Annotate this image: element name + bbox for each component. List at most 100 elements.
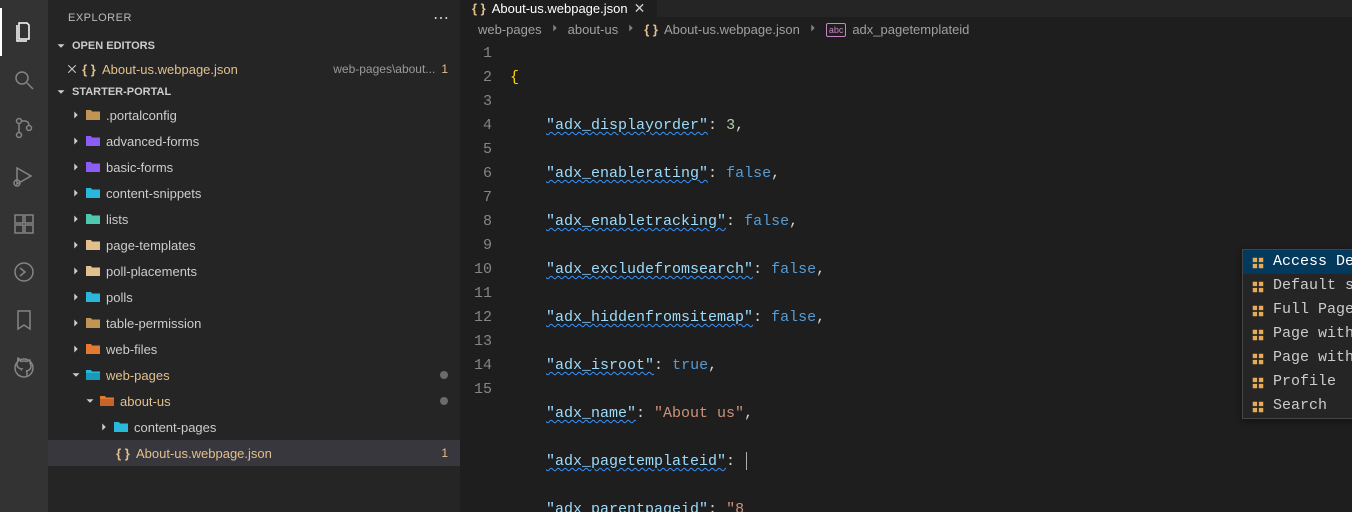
chevron-right-icon xyxy=(68,186,84,200)
autocomplete-label: Profile xyxy=(1273,370,1336,394)
folder-icon xyxy=(84,263,102,279)
autocomplete-label: Full Page xyxy=(1273,298,1352,322)
folder-label: content-snippets xyxy=(106,186,448,201)
folder-icon xyxy=(84,341,102,357)
sidebar-title: EXPLORER ⋯ xyxy=(48,0,460,36)
autocomplete-label: Page with child links xyxy=(1273,322,1352,346)
sidebar-folder-web-pages[interactable]: web-pages xyxy=(48,362,460,388)
workspace-header[interactable]: STARTER-PORTAL xyxy=(48,82,460,102)
explorer-activity-icon[interactable] xyxy=(0,8,48,56)
enum-member-icon xyxy=(1251,303,1265,317)
power-platform-activity-icon[interactable] xyxy=(0,248,48,296)
breadcrumb-item[interactable]: About-us.webpage.json xyxy=(664,22,800,37)
sidebar-folder-about-us[interactable]: about-us xyxy=(48,388,460,414)
breadcrumb: web-pages about-us { } About-us.webpage.… xyxy=(460,17,1352,42)
search-activity-icon[interactable] xyxy=(0,56,48,104)
sidebar-folder--portalconfig[interactable]: .portalconfig xyxy=(48,102,460,128)
enum-member-icon xyxy=(1251,255,1265,269)
chevron-right-icon xyxy=(68,264,84,278)
close-tab-icon[interactable]: ✕ xyxy=(634,0,646,17)
code-editor[interactable]: 123456789101112131415 { "adx_displayorde… xyxy=(460,42,1352,512)
chevron-right-icon xyxy=(68,134,84,148)
sidebar-folder-poll-placements[interactable]: poll-placements xyxy=(48,258,460,284)
modified-dot-icon xyxy=(440,371,448,379)
sidebar-folder-polls[interactable]: polls xyxy=(48,284,460,310)
sidebar-folder-table-permission[interactable]: table-permission xyxy=(48,310,460,336)
autocomplete-item[interactable]: Full Page xyxy=(1243,298,1352,322)
bookmark-activity-icon[interactable] xyxy=(0,296,48,344)
folder-tree: .portalconfig advanced-forms basic-forms co… xyxy=(48,102,460,362)
autocomplete-item[interactable]: Page with title xyxy=(1243,346,1352,370)
folder-icon xyxy=(84,133,102,149)
sidebar-folder-advanced-forms[interactable]: advanced-forms xyxy=(48,128,460,154)
sidebar-folder-content-pages[interactable]: content-pages xyxy=(48,414,460,440)
problem-badge: 1 xyxy=(435,446,448,460)
line-number-gutter: 123456789101112131415 xyxy=(460,42,510,512)
enum-member-icon xyxy=(1251,375,1265,389)
folder-icon xyxy=(84,211,102,227)
sidebar-folder-basic-forms[interactable]: basic-forms xyxy=(48,154,460,180)
chevron-right-icon xyxy=(68,108,84,122)
autocomplete-item[interactable]: Page with child links xyxy=(1243,322,1352,346)
modified-dot-icon xyxy=(440,397,448,405)
chevron-right-icon xyxy=(806,21,820,38)
folder-label: basic-forms xyxy=(106,160,448,175)
open-editor-filename: About-us.webpage.json xyxy=(102,62,325,77)
explorer-sidebar: EXPLORER ⋯ OPEN EDITORS { } About-us.web… xyxy=(48,0,460,512)
json-file-icon: { } xyxy=(80,62,98,77)
json-file-icon: { } xyxy=(644,22,658,37)
more-actions-icon[interactable]: ⋯ xyxy=(433,8,450,28)
folder-label: lists xyxy=(106,212,448,227)
open-editors-header[interactable]: OPEN EDITORS xyxy=(48,36,460,56)
enum-member-icon xyxy=(1251,351,1265,365)
folder-icon xyxy=(84,289,102,305)
github-activity-icon[interactable] xyxy=(0,344,48,392)
autocomplete-popup[interactable]: Access DeniedDefault studio templateFull… xyxy=(1242,249,1352,419)
folder-label: table-permission xyxy=(106,316,448,331)
chevron-right-icon xyxy=(548,21,562,38)
breadcrumb-item[interactable]: about-us xyxy=(568,22,619,37)
tab-bar: { } About-us.webpage.json ✕ xyxy=(460,0,1352,17)
editor-area: { } About-us.webpage.json ✕ web-pages ab… xyxy=(460,0,1352,512)
open-editor-badge: 1 xyxy=(435,62,448,76)
run-debug-activity-icon[interactable] xyxy=(0,152,48,200)
autocomplete-item[interactable]: Profile xyxy=(1243,370,1352,394)
chevron-right-icon xyxy=(68,238,84,252)
tab-filename: About-us.webpage.json xyxy=(492,1,628,16)
sidebar-file-about-us-json[interactable]: { } About-us.webpage.json 1 xyxy=(48,440,460,466)
file-label: About-us.webpage.json xyxy=(136,446,435,461)
chevron-right-icon xyxy=(68,212,84,226)
sidebar-folder-web-files[interactable]: web-files xyxy=(48,336,460,362)
json-file-icon: { } xyxy=(472,1,486,16)
breadcrumb-item[interactable]: web-pages xyxy=(478,22,542,37)
folder-label: web-pages xyxy=(106,368,440,383)
folder-label: content-pages xyxy=(134,420,448,435)
folder-open-icon xyxy=(98,393,116,409)
autocomplete-label: Page with title xyxy=(1273,346,1352,370)
folder-icon xyxy=(84,107,102,123)
editor-tab[interactable]: { } About-us.webpage.json ✕ xyxy=(460,0,658,17)
extensions-activity-icon[interactable] xyxy=(0,200,48,248)
symbol-string-icon: abc xyxy=(826,23,847,37)
folder-label: polls xyxy=(106,290,448,305)
activity-bar xyxy=(0,0,48,512)
folder-icon xyxy=(84,159,102,175)
enum-member-icon xyxy=(1251,399,1265,413)
sidebar-folder-content-snippets[interactable]: content-snippets xyxy=(48,180,460,206)
close-editor-icon[interactable] xyxy=(64,63,80,75)
folder-open-icon xyxy=(84,367,102,383)
breadcrumb-item[interactable]: adx_pagetemplateid xyxy=(852,22,969,37)
autocomplete-item[interactable]: Search xyxy=(1243,394,1352,418)
folder-label: advanced-forms xyxy=(106,134,448,149)
code-content[interactable]: { "adx_displayorder": 3, "adx_enablerati… xyxy=(510,42,1352,512)
autocomplete-item[interactable]: Default studio template xyxy=(1243,274,1352,298)
source-control-activity-icon[interactable] xyxy=(0,104,48,152)
folder-label: poll-placements xyxy=(106,264,448,279)
explorer-label: EXPLORER xyxy=(68,12,132,24)
enum-member-icon xyxy=(1251,279,1265,293)
autocomplete-item[interactable]: Access Denied xyxy=(1243,250,1352,274)
sidebar-folder-lists[interactable]: lists xyxy=(48,206,460,232)
sidebar-folder-page-templates[interactable]: page-templates xyxy=(48,232,460,258)
chevron-right-icon xyxy=(68,290,84,304)
open-editor-item[interactable]: { } About-us.webpage.json web-pages\abou… xyxy=(48,56,460,82)
